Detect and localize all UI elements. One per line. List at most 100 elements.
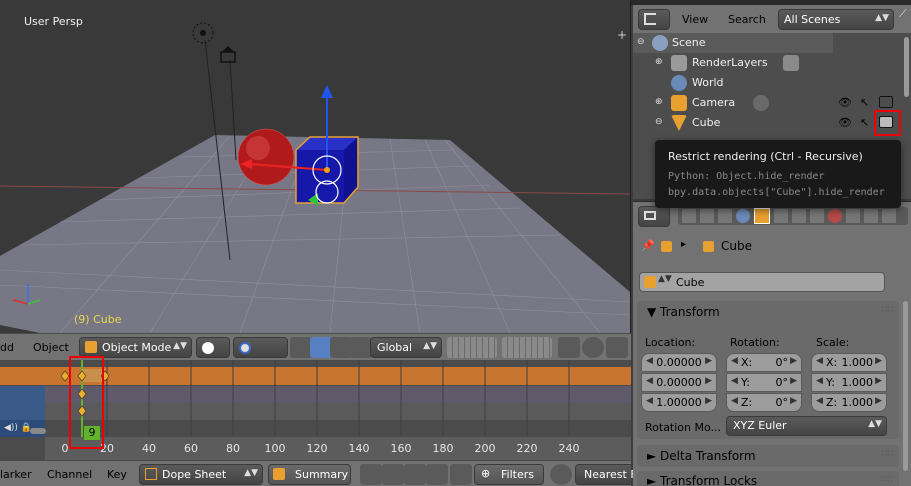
material-tab-icon[interactable]	[828, 209, 842, 223]
collapse-icon[interactable]: ⊖	[655, 118, 664, 127]
menu-view[interactable]: View	[682, 13, 708, 26]
expand-icon[interactable]: ⊕	[655, 98, 664, 107]
outliner-item-world[interactable]: World	[633, 73, 903, 93]
mode-select[interactable]: Object Mode ▲▼	[79, 337, 192, 358]
sphere-object[interactable]	[237, 128, 295, 186]
filter-type-icon[interactable]	[426, 464, 448, 485]
display-mode-select[interactable]: All Scenes ▲▼	[778, 9, 894, 30]
show-hidden-icon[interactable]	[382, 464, 404, 485]
scale-manipulator-icon[interactable]	[350, 337, 372, 358]
transform-title[interactable]: ▼ Transform	[647, 305, 720, 319]
keyframe[interactable]	[60, 370, 70, 382]
increment-arrow-icon[interactable]: ▶	[790, 376, 797, 386]
viewport-shading-select[interactable]	[196, 337, 230, 358]
rotation-y-field[interactable]: ◀ Y: 0° ▶	[726, 373, 802, 392]
location-x-field[interactable]: ◀ 0.00000 ▶	[641, 353, 717, 372]
panel-grip-icon[interactable]: ∷∷	[882, 305, 893, 315]
decrement-arrow-icon[interactable]: ◀	[816, 356, 823, 366]
physics-tab-icon[interactable]	[882, 209, 896, 223]
channel-toggle-icons[interactable]: ◀)) 🔒	[4, 423, 44, 435]
editor-type-select[interactable]	[638, 206, 670, 227]
rotation-x-field[interactable]: ◀ X: 0° ▶	[726, 353, 802, 372]
object-tab-icon[interactable]	[754, 208, 770, 224]
snap-icon[interactable]	[606, 337, 628, 358]
render-layers-tab-icon[interactable]	[700, 209, 714, 223]
particles-tab-icon[interactable]	[864, 209, 878, 223]
location-z-field[interactable]: ◀ 1.00000 ▶	[641, 393, 717, 412]
scale-z-field[interactable]: ◀ Z: 1.000 ▶	[811, 393, 887, 412]
pin-icon[interactable]: 📌	[641, 239, 657, 253]
translate-manipulator-icon[interactable]	[310, 337, 332, 358]
panel-grip-icon[interactable]: ∷∷	[882, 449, 893, 459]
outliner-scrollbar[interactable]	[904, 37, 909, 97]
3d-viewport[interactable]: User Persp (9) Cube +	[0, 0, 631, 333]
increment-arrow-icon[interactable]: ▶	[705, 396, 712, 406]
outliner-item-scene[interactable]: ⊖ Scene	[633, 33, 903, 53]
menu-object[interactable]: Object	[33, 341, 69, 354]
outliner-item-renderlayers[interactable]: ⊕ RenderLayers	[633, 53, 903, 73]
panel-grip-icon[interactable]: ∷∷	[882, 475, 893, 485]
scale-x-field[interactable]: ◀ X: 1.000 ▶	[811, 353, 887, 372]
rotation-z-field[interactable]: ◀ Z: 0° ▶	[726, 393, 802, 412]
scale-y-field[interactable]: ◀ Y: 1.000 ▶	[811, 373, 887, 392]
texture-tab-icon[interactable]	[846, 209, 860, 223]
pivot-select[interactable]	[233, 337, 288, 358]
visibility-eye-icon[interactable]: 👁	[838, 96, 852, 109]
rotation-mode-select[interactable]: XYZ Euler ▲▼	[726, 416, 887, 436]
outliner-item-camera[interactable]: ⊕ Camera 👁 ↖	[633, 93, 903, 113]
decrement-arrow-icon[interactable]: ◀	[816, 376, 823, 386]
expand-icon[interactable]: ⊕	[655, 58, 664, 67]
render-tab-icon[interactable]	[682, 209, 696, 223]
decrement-arrow-icon[interactable]: ◀	[731, 376, 738, 386]
properties-editor[interactable]: 📌 ▸ Cube ▲▼ Cube ▼ Transform ∷∷ Location…	[633, 229, 911, 486]
location-y-field[interactable]: ◀ 0.00000 ▶	[641, 373, 717, 392]
increment-arrow-icon[interactable]: ▶	[875, 356, 882, 366]
render-camera-icon[interactable]	[879, 96, 893, 108]
region-expand-button[interactable]: +	[617, 28, 627, 42]
menu-add[interactable]: dd	[0, 341, 14, 354]
selectability-cursor-icon[interactable]: ↖	[860, 96, 869, 109]
restriction-filter-icon[interactable]: ⟋	[899, 7, 911, 29]
object-name-field[interactable]: ▲▼ Cube	[639, 272, 885, 292]
increment-arrow-icon[interactable]: ▶	[875, 376, 882, 386]
menu-search[interactable]: Search	[728, 13, 766, 26]
rotate-manipulator-icon[interactable]	[330, 337, 352, 358]
decrement-arrow-icon[interactable]: ◀	[731, 396, 738, 406]
only-errors-icon[interactable]	[404, 464, 426, 485]
layers-grid-icon[interactable]	[447, 337, 497, 358]
orientation-select[interactable]: Global ▲▼	[370, 337, 442, 358]
increment-arrow-icon[interactable]: ▶	[790, 396, 797, 406]
proportional-edit-icon[interactable]	[582, 337, 604, 358]
delta-transform-title[interactable]: ► Delta Transform	[647, 449, 756, 463]
menu-key[interactable]: Key	[107, 468, 127, 481]
frame-ruler[interactable]	[45, 437, 631, 460]
increment-arrow-icon[interactable]: ▶	[875, 396, 882, 406]
transform-locks-title[interactable]: ► Transform Locks	[647, 474, 757, 486]
constraints-tab-icon[interactable]	[774, 209, 788, 223]
outliner-item-cube[interactable]: ⊖ Cube 👁 ↖	[633, 113, 903, 133]
filters-button[interactable]: ⊕ Filters	[474, 464, 544, 485]
menu-marker[interactable]: larker	[0, 468, 32, 481]
world-tab-icon[interactable]	[736, 209, 750, 223]
editor-mode-select[interactable]: Dope Sheet ▲▼	[139, 464, 263, 485]
scene-tab-icon[interactable]	[718, 209, 732, 223]
only-selected-icon[interactable]	[360, 464, 382, 485]
selectability-cursor-icon[interactable]: ↖	[860, 116, 869, 129]
increment-arrow-icon[interactable]: ▶	[705, 356, 712, 366]
layers-grid-2-icon[interactable]	[502, 337, 552, 358]
increment-arrow-icon[interactable]: ▶	[790, 356, 797, 366]
manipulator-toggle-icon[interactable]	[290, 337, 312, 358]
auto-snap-icon[interactable]	[550, 464, 572, 485]
mesh-data-tab-icon[interactable]	[810, 209, 824, 223]
summary-toggle[interactable]: Summary	[268, 464, 351, 485]
modifiers-tab-icon[interactable]	[792, 209, 806, 223]
editor-type-select[interactable]	[638, 9, 670, 30]
decrement-arrow-icon[interactable]: ◀	[816, 396, 823, 406]
menu-channel[interactable]: Channel	[47, 468, 92, 481]
camera-object[interactable]	[220, 46, 236, 63]
properties-scrollbar[interactable]	[903, 301, 908, 471]
lock-camera-icon[interactable]	[558, 337, 580, 358]
decrement-arrow-icon[interactable]: ◀	[731, 356, 738, 366]
collapse-icon[interactable]: ⊖	[637, 38, 646, 47]
increment-arrow-icon[interactable]: ▶	[705, 376, 712, 386]
